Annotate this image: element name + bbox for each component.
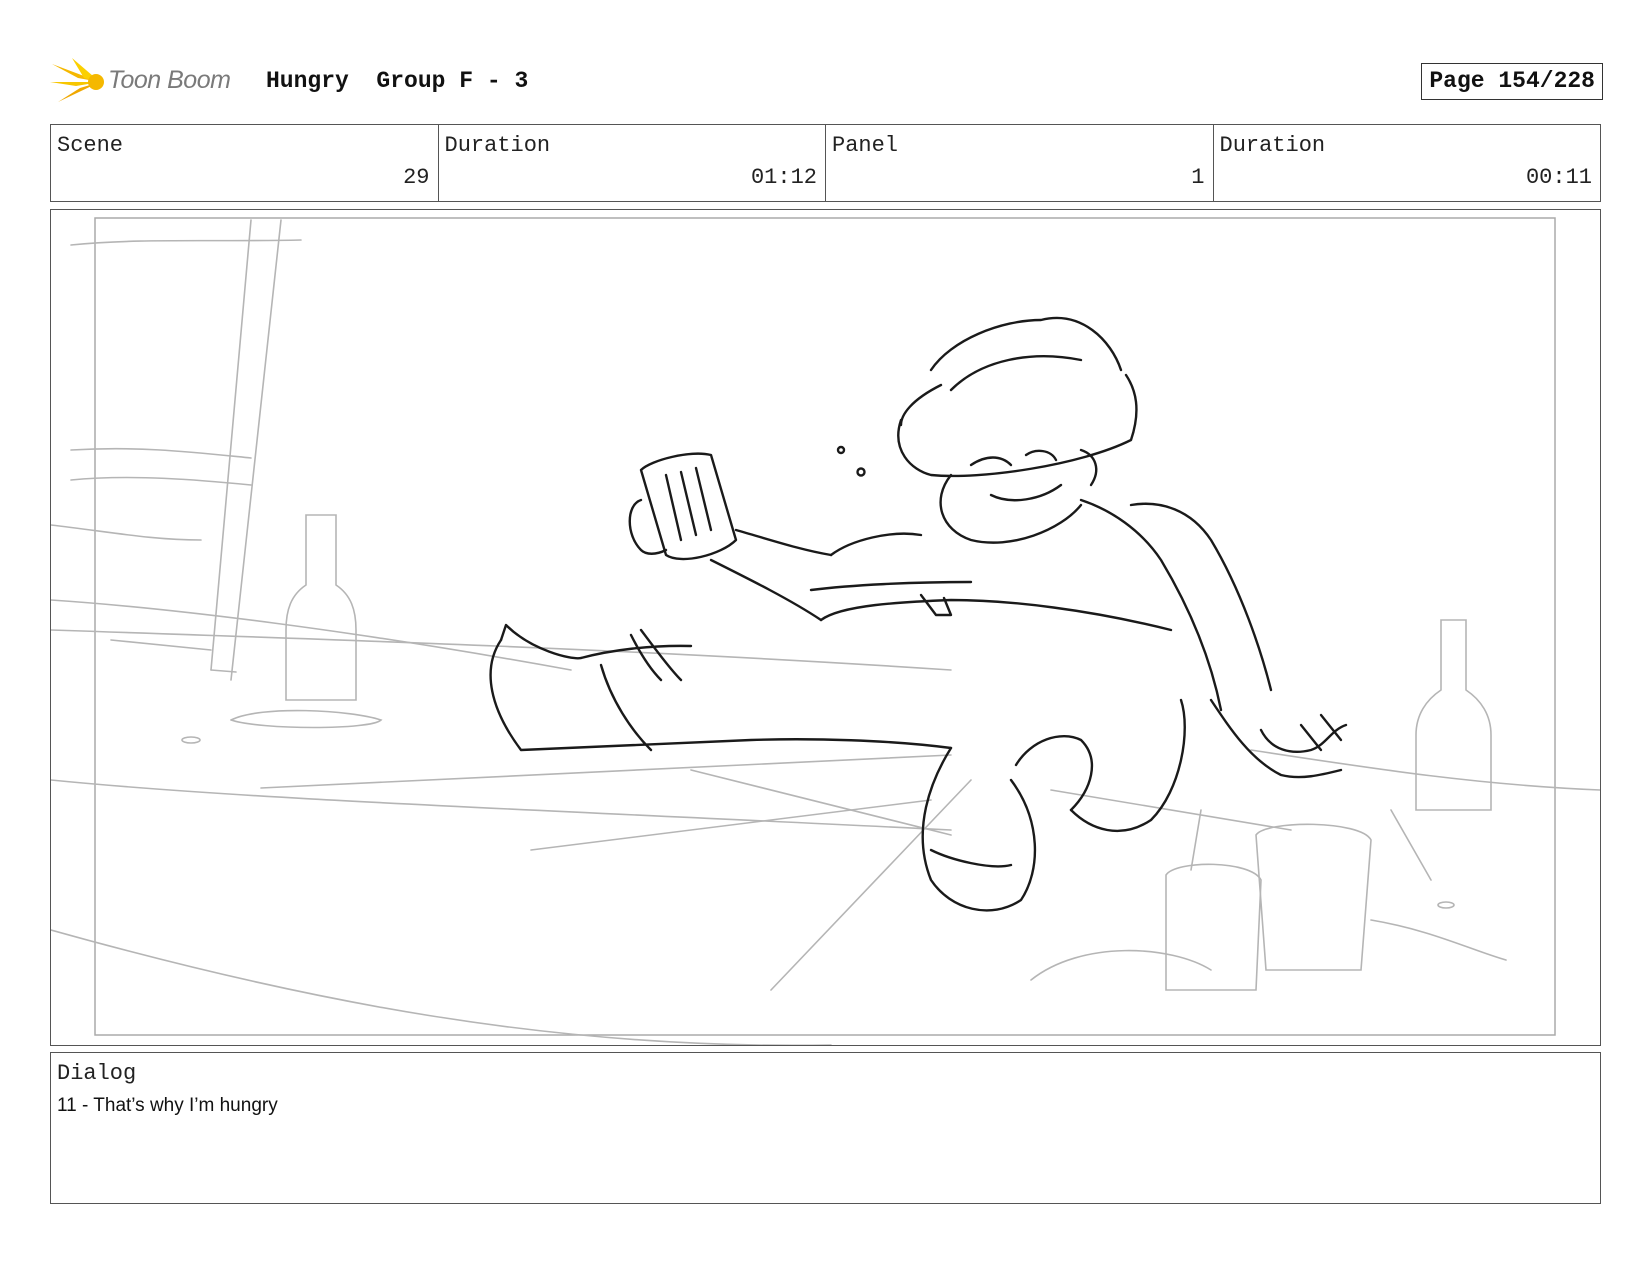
panel-label: Panel [832,133,899,158]
project-title: Hungry Group F - 3 [266,68,529,94]
panel-value: 1 [1191,165,1205,190]
panel-cell: Panel 1 [826,125,1214,201]
dialog-text: 11 - That’s why I’m hungry [57,1095,278,1116]
page-header: Toon Boom Hungry Group F - 3 Page 154/22… [50,56,1603,106]
background-sketch [51,219,1600,1045]
sketch-drawing [51,217,1600,1045]
toon-boom-logo: Toon Boom [50,56,250,106]
scene-info-row: Scene 29 Duration 01:12 Panel 1 Duration… [50,124,1601,202]
scene-label: Scene [57,133,124,158]
logo-wordmark: Toon Boom [108,66,231,94]
storyboard-panel [50,209,1601,1046]
scene-duration-cell: Duration 01:12 [439,125,826,201]
panel-duration-value: 00:11 [1525,165,1592,190]
character-sketch [489,317,1348,912]
page-indicator: Page 154/228 [1421,63,1603,100]
dialog-box: Dialog 11 - That’s why I’m hungry [50,1052,1601,1204]
sunburst-icon [50,58,104,102]
scene-value: 29 [403,165,430,190]
panel-duration-cell: Duration 00:11 [1214,125,1601,201]
scene-cell: Scene 29 [51,125,439,201]
scene-duration-label: Duration [444,133,551,158]
safe-frame [94,217,1556,1036]
dialog-label: Dialog [57,1061,137,1086]
scene-duration-value: 01:12 [750,165,817,190]
panel-duration-label: Duration [1219,133,1326,158]
